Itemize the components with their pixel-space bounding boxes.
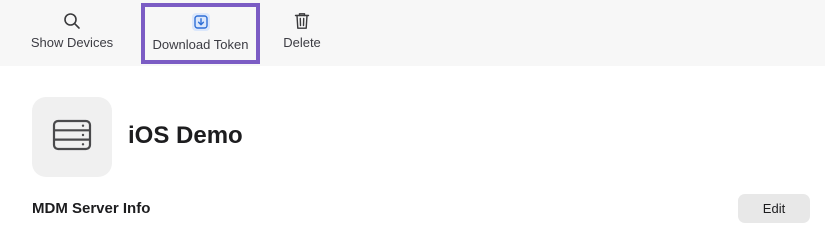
- search-icon: [62, 11, 82, 31]
- download-icon: [191, 12, 211, 32]
- section-title: MDM Server Info: [32, 200, 151, 217]
- edit-button[interactable]: Edit: [738, 194, 810, 223]
- server-icon: [52, 119, 92, 156]
- show-devices-button[interactable]: Show Devices: [28, 0, 116, 66]
- page-title: iOS Demo: [128, 122, 243, 149]
- trash-icon: [292, 11, 312, 31]
- delete-button[interactable]: Delete: [280, 0, 324, 66]
- download-token-button[interactable]: Download Token: [141, 3, 260, 64]
- toolbar: Show Devices Download Token Delete: [0, 0, 825, 66]
- show-devices-label: Show Devices: [30, 35, 114, 50]
- download-token-label: Download Token: [152, 37, 249, 52]
- server-avatar: [32, 97, 112, 177]
- delete-label: Delete: [283, 35, 321, 50]
